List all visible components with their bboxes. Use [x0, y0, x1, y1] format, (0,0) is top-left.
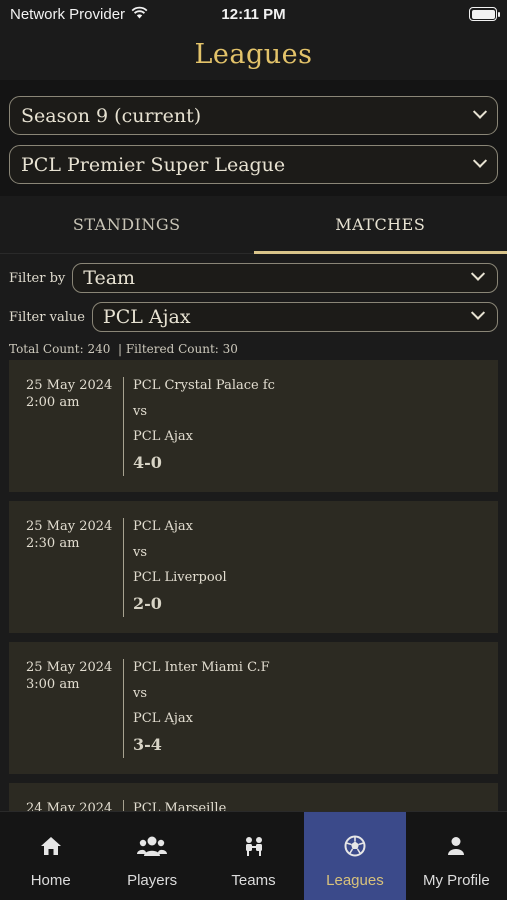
wifi-icon — [131, 6, 148, 23]
away-team: PCL Ajax — [133, 429, 193, 444]
match-score: 3-4 — [133, 734, 162, 754]
league-selectors: Season 9 (current) PCL Premier Super Lea… — [0, 80, 507, 196]
teams-icon — [242, 834, 266, 858]
profile-icon — [446, 834, 466, 858]
match-time: 2:00 am — [26, 395, 80, 410]
battery-icon — [469, 7, 500, 21]
season-select-value: Season 9 (current) — [21, 104, 202, 127]
home-icon — [40, 834, 62, 858]
filter-value-value: PCL Ajax — [102, 306, 191, 328]
season-select[interactable]: Season 9 (current) — [9, 96, 498, 135]
match-time: 2:30 am — [26, 536, 80, 551]
match-teams: PCL Ajax vs PCL Liverpool 2-0 — [133, 514, 227, 633]
divider — [123, 659, 124, 758]
match-teams: PCL Inter Miami C.F vs PCL Ajax 3-4 — [133, 655, 270, 774]
home-team: PCL Crystal Palace fc — [133, 378, 275, 393]
status-bar: Network Provider 12:11 PM — [0, 0, 507, 28]
chevron-down-icon — [470, 305, 486, 320]
page-title: Leagues — [194, 38, 313, 70]
players-icon — [136, 834, 168, 858]
tab-standings[interactable]: STANDINGS — [0, 196, 254, 253]
match-datetime: 25 May 2024 3:00 am — [26, 659, 114, 774]
tabs: STANDINGS MATCHES — [0, 196, 507, 254]
match-teams: PCL Crystal Palace fc vs PCL Ajax 4-0 — [133, 373, 275, 492]
tab-matches[interactable]: MATCHES — [253, 196, 507, 254]
tabbar-players[interactable]: Players — [101, 812, 202, 900]
tabbar-teams[interactable]: Teams — [203, 812, 304, 900]
vs-label: vs — [133, 544, 148, 560]
filters: Filter by Team Filter value PCL Ajax — [0, 254, 507, 332]
chevron-down-icon — [470, 266, 486, 281]
vs-label: vs — [133, 685, 148, 701]
league-select[interactable]: PCL Premier Super League — [9, 145, 498, 184]
tabbar-players-label: Players — [127, 872, 178, 889]
divider — [123, 377, 124, 476]
bottom-tab-bar: Home Players Teams Leagues My Profile — [0, 811, 507, 900]
tabbar-home-label: Home — [30, 872, 71, 889]
carrier-label: Network Provider — [10, 5, 126, 23]
tabbar-my-profile-label: My Profile — [422, 872, 490, 889]
match-datetime: 25 May 2024 2:00 am — [26, 377, 114, 492]
filter-by-row: Filter by Team — [9, 263, 498, 293]
match-card[interactable]: 25 May 2024 3:00 am PCL Inter Miami C.F … — [9, 642, 498, 774]
soccer-ball-icon — [344, 834, 366, 858]
match-time: 3:00 am — [26, 677, 80, 692]
home-team: PCL Ajax — [133, 519, 193, 534]
tabbar-teams-label: Teams — [231, 872, 276, 889]
match-date: 25 May 2024 — [26, 519, 113, 534]
match-datetime: 25 May 2024 2:30 am — [26, 518, 114, 633]
filter-by-value: Team — [83, 267, 136, 289]
tabbar-leagues[interactable]: Leagues — [304, 812, 406, 900]
tabbar-my-profile[interactable]: My Profile — [406, 812, 507, 900]
away-team: PCL Ajax — [133, 711, 193, 726]
match-counts: Total Count: 240 | Filtered Count: 30 — [9, 342, 238, 356]
match-card[interactable]: 25 May 2024 2:30 am PCL Ajax vs PCL Live… — [9, 501, 498, 633]
tabbar-leagues-label: Leagues — [326, 872, 384, 889]
filter-by-label: Filter by — [9, 270, 66, 286]
match-score: 2-0 — [133, 593, 162, 613]
divider — [123, 518, 124, 617]
filter-value-select[interactable]: PCL Ajax — [91, 302, 498, 332]
tabbar-home[interactable]: Home — [0, 812, 101, 900]
match-score: 4-0 — [133, 452, 162, 472]
match-date: 25 May 2024 — [26, 660, 113, 675]
page-header: Leagues — [0, 28, 507, 80]
filter-value-row: Filter value PCL Ajax — [9, 302, 498, 332]
filter-by-select[interactable]: Team — [72, 263, 498, 293]
match-card[interactable]: 25 May 2024 2:00 am PCL Crystal Palace f… — [9, 360, 498, 492]
home-team: PCL Inter Miami C.F — [133, 660, 270, 675]
filter-value-label: Filter value — [9, 309, 85, 325]
match-date: 25 May 2024 — [26, 378, 113, 393]
status-left: Network Provider — [10, 6, 148, 23]
chevron-down-icon — [472, 104, 488, 119]
vs-label: vs — [133, 403, 148, 419]
chevron-down-icon — [472, 153, 488, 168]
league-select-value: PCL Premier Super League — [21, 153, 286, 176]
away-team: PCL Liverpool — [133, 570, 227, 585]
